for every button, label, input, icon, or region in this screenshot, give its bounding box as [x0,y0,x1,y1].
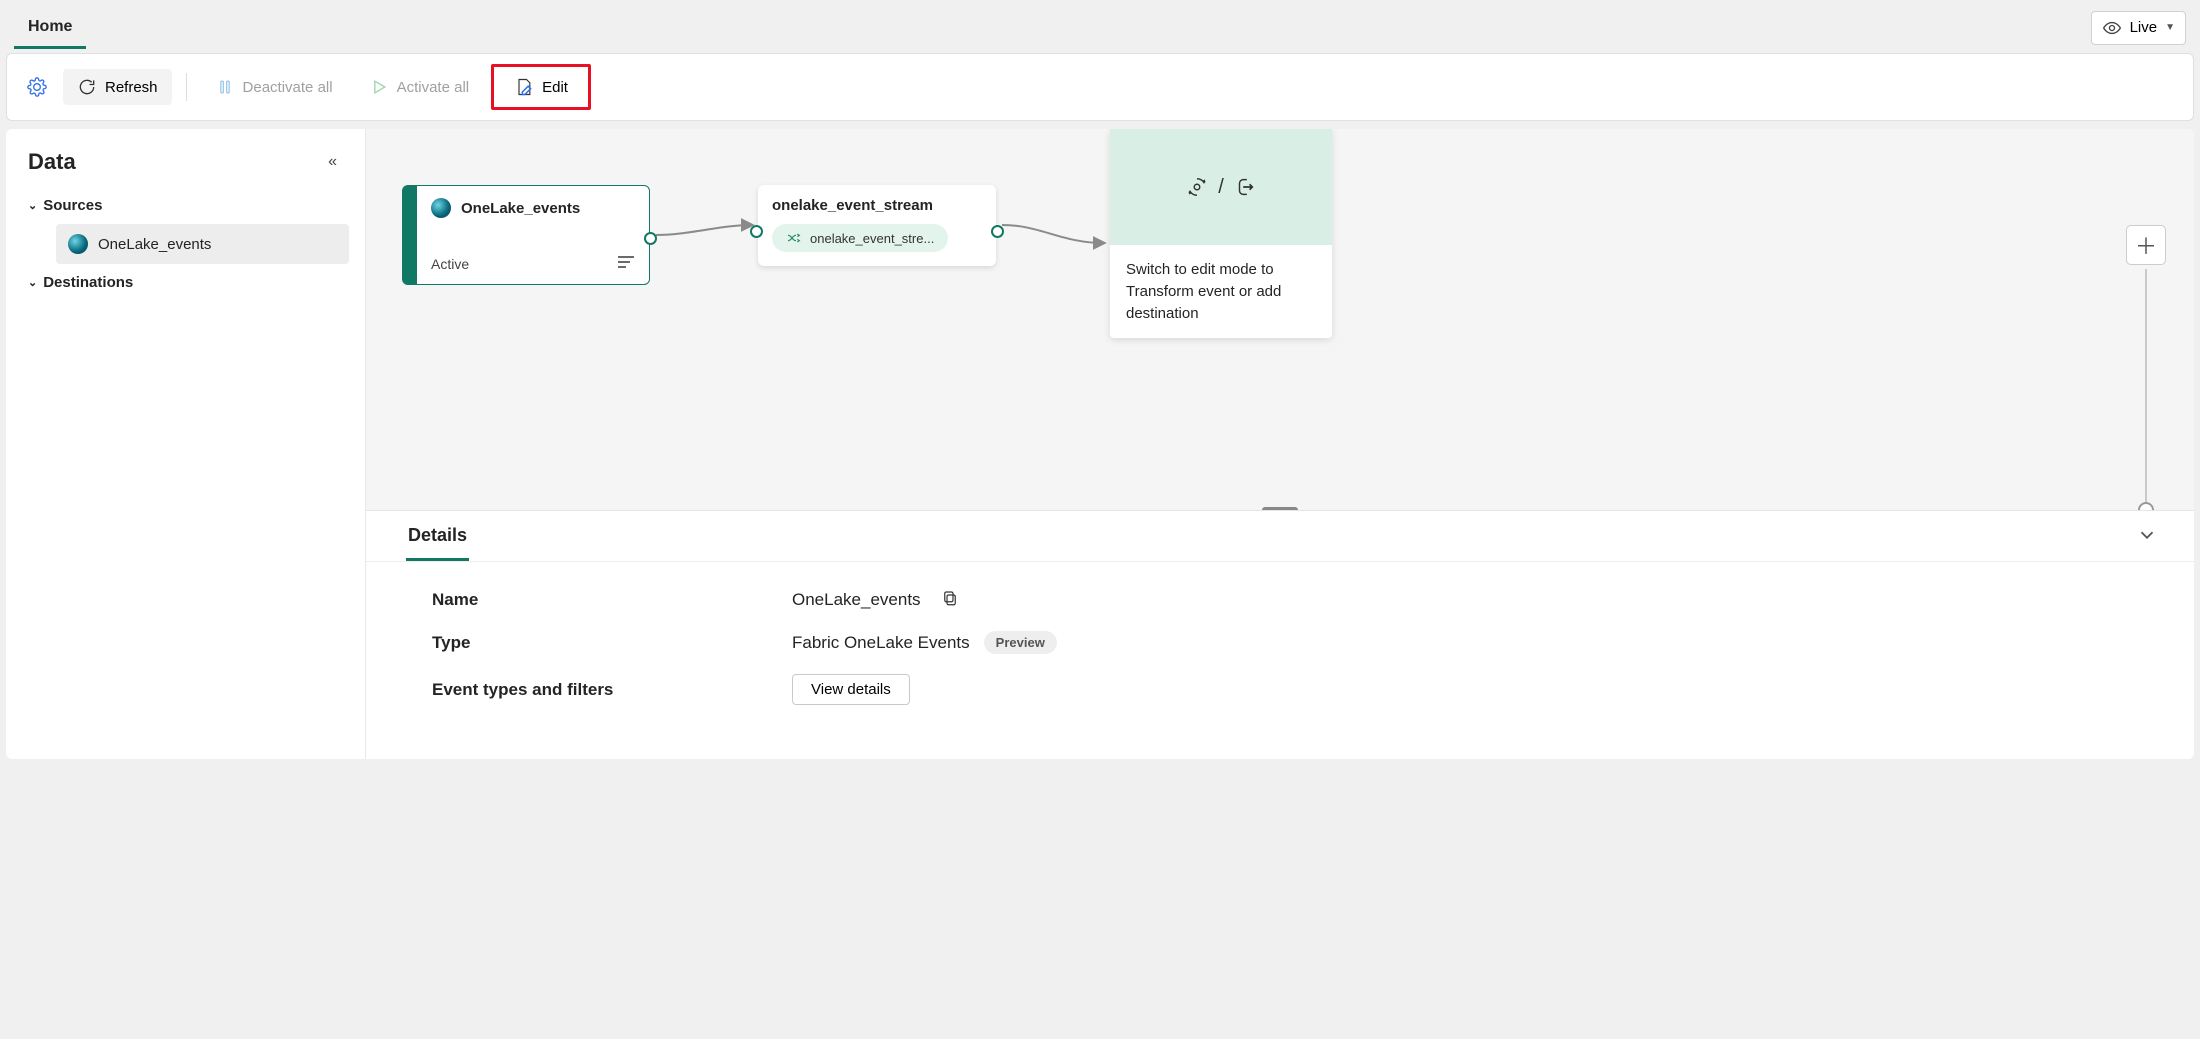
vertical-scroll-track[interactable] [2145,269,2147,510]
chevron-down-icon: ⌄ [28,276,37,289]
refresh-label: Refresh [105,79,158,96]
toolbar-divider [186,73,187,101]
refresh-button[interactable]: Refresh [63,69,172,105]
node-destination-placeholder[interactable]: / Switch to edit mode to Transform event… [1110,129,1332,338]
chevron-down-icon: ⌄ [28,199,37,212]
section-destinations-label: Destinations [43,274,133,291]
section-destinations[interactable]: ⌄ Destinations [22,264,349,301]
activate-all-button[interactable]: Activate all [355,69,484,105]
double-chevron-left-icon: « [328,153,337,170]
details-name-value: OneLake_events [792,590,921,610]
chevron-down-icon [2136,524,2158,546]
preview-badge: Preview [984,631,1057,654]
tab-home[interactable]: Home [14,6,86,49]
deactivate-all-label: Deactivate all [243,79,333,96]
add-node-button[interactable]: ＋ [2126,225,2166,265]
refresh-icon [77,77,97,97]
node-source-status: Active [431,256,469,272]
node-source-name: OneLake_events [461,200,580,217]
details-type-label: Type [432,633,792,653]
node-stream[interactable]: onelake_event_stream onelake_event_stre.… [758,185,996,266]
details-name-label: Name [432,590,792,610]
copy-icon [941,589,959,607]
details-panel: Details Name OneLake_events [366,511,2194,759]
destination-hint-text: Switch to edit mode to Transform event o… [1110,245,1332,338]
details-type-value: Fabric OneLake Events [792,633,970,653]
settings-button[interactable] [19,69,55,105]
plus-icon: ＋ [2135,229,2157,261]
play-icon [369,77,389,97]
pause-icon [215,77,235,97]
mode-dropdown[interactable]: Live ▼ [2091,11,2186,45]
transform-icon [1186,176,1208,198]
sidebar-item-label: OneLake_events [98,236,211,253]
port-out[interactable] [644,232,657,245]
stream-icon [786,230,802,246]
view-details-button[interactable]: View details [792,674,910,705]
split-handle[interactable] [1262,507,1298,511]
details-collapse-button[interactable] [2130,523,2164,550]
vertical-scroll-thumb[interactable] [2138,502,2154,511]
deactivate-all-button[interactable]: Deactivate all [201,69,347,105]
node-source[interactable]: OneLake_events Active [402,185,650,285]
tab-home-label: Home [28,18,72,35]
output-icon [1234,176,1256,198]
sidebar-title: Data [28,149,76,175]
edit-icon [514,77,534,97]
onelake-icon [68,234,88,254]
stream-pill[interactable]: onelake_event_stre... [772,224,948,252]
section-sources[interactable]: ⌄ Sources [22,187,349,224]
copy-name-button[interactable] [935,588,965,611]
port-out[interactable] [991,225,1004,238]
port-in[interactable] [750,225,763,238]
canvas[interactable]: OneLake_events Active [366,129,2194,511]
details-tab[interactable]: Details [406,511,469,561]
stream-pill-label: onelake_event_stre... [810,231,934,246]
gear-icon [27,77,47,97]
slash-char: / [1218,176,1224,199]
node-stream-title: onelake_event_stream [772,197,982,214]
eye-icon [2102,18,2122,38]
details-tab-label: Details [408,525,467,545]
sidebar-item-onelake-events[interactable]: OneLake_events [56,224,349,264]
section-sources-label: Sources [43,197,102,214]
node-source-stripe [403,186,417,284]
sidebar-collapse-button[interactable]: « [322,152,343,172]
mode-label: Live [2130,19,2158,36]
onelake-icon [431,198,451,218]
top-tabs: Home [14,6,86,49]
details-filters-label: Event types and filters [432,680,792,700]
menu-icon[interactable] [617,255,635,272]
edit-button[interactable]: Edit [500,69,582,105]
sidebar: Data « ⌄ Sources OneLake_events ⌄ Destin… [6,129,366,759]
view-details-label: View details [811,681,891,698]
chevron-down-icon: ▼ [2165,22,2175,33]
activate-all-label: Activate all [397,79,470,96]
edit-button-highlight: Edit [491,64,591,110]
toolbar: Refresh Deactivate all Activate all Edit [6,53,2194,121]
edit-label: Edit [542,79,568,96]
